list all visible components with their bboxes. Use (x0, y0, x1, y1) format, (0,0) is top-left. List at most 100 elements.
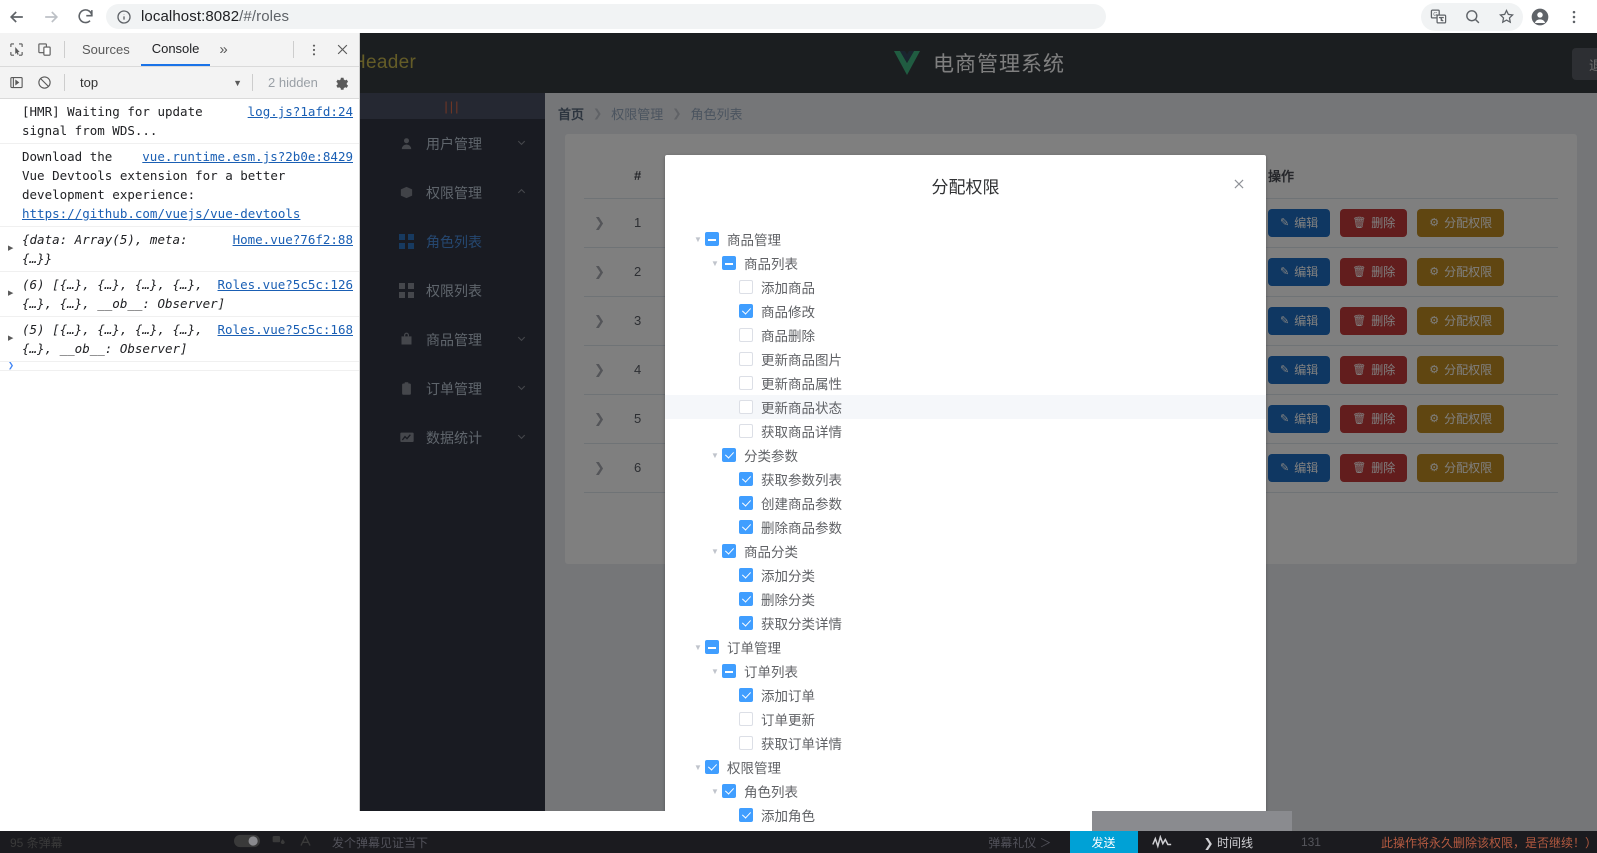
console-log-row[interactable]: ▶ Roles.vue?5c5c:126 (6) [{…}, {…}, {…}, {… (0, 272, 359, 317)
caret-down-icon[interactable]: ▼ (708, 544, 722, 558)
caret-down-icon[interactable]: ▼ (691, 640, 705, 654)
reload-icon[interactable] (68, 0, 102, 33)
tree-node-checkbox[interactable] (722, 784, 736, 798)
tree-node-checkbox[interactable] (705, 640, 719, 654)
tree-node-checkbox[interactable] (739, 688, 753, 702)
tree-node[interactable]: ▼添加订单 (665, 683, 1266, 707)
danmaku-toggle-icon[interactable] (234, 834, 260, 851)
tree-node[interactable]: ▼商品删除 (665, 323, 1266, 347)
tree-node[interactable]: ▼商品修改 (665, 299, 1266, 323)
search-icon[interactable] (1455, 0, 1489, 33)
tree-node-checkbox[interactable] (739, 280, 753, 294)
caret-down-icon[interactable]: ▼ (691, 760, 705, 774)
tree-node-checkbox[interactable] (739, 304, 753, 318)
tree-node-checkbox[interactable] (722, 448, 736, 462)
tree-node-checkbox[interactable] (739, 520, 753, 534)
tree-node[interactable]: ▼更新商品属性 (665, 371, 1266, 395)
tree-node-checkbox[interactable] (722, 256, 736, 270)
three-dot-menu-icon[interactable] (300, 36, 328, 64)
tree-node[interactable]: ▼获取参数列表 (665, 467, 1266, 491)
danmaku-input[interactable]: 发个弹幕见证当下 (326, 834, 970, 851)
tree-node[interactable]: ▼删除分类 (665, 587, 1266, 611)
tree-node-checkbox[interactable] (739, 736, 753, 750)
star-icon[interactable] (1489, 0, 1523, 33)
caret-down-icon[interactable]: ▼ (708, 448, 722, 462)
translate-icon[interactable]: G (1421, 0, 1455, 33)
danmaku-font-icon[interactable] (299, 834, 312, 851)
console-log-row[interactable]: vue.runtime.esm.js?2b0e:8429 Download the… (0, 144, 359, 227)
caret-down-icon[interactable]: ▼ (691, 232, 705, 246)
console-log-row[interactable]: log.js?1afd:24 [HMR] Waiting for update s… (0, 99, 359, 144)
waveform-icon[interactable] (1138, 835, 1186, 849)
tree-node[interactable]: ▼ 分类参数 (665, 443, 1266, 467)
tree-node[interactable]: ▼更新商品状态 (665, 395, 1266, 419)
context-selector[interactable]: top ▼ (71, 72, 246, 94)
console-log-row[interactable]: ▶ Roles.vue?5c5c:168 (5) [{…}, {…}, {…}, {… (0, 317, 359, 362)
tree-node[interactable]: ▼获取商品详情 (665, 419, 1266, 443)
tree-node[interactable]: ▼添加商品 (665, 275, 1266, 299)
close-icon[interactable] (328, 36, 356, 64)
caret-down-icon[interactable]: ▼ (708, 256, 722, 270)
chevron-right-icon[interactable]: ▶ (8, 240, 13, 259)
danmaku-send-button[interactable]: 发送 (1069, 831, 1138, 853)
tree-node-checkbox[interactable] (722, 544, 736, 558)
rights-tree[interactable]: ▼商品管理▼商品列表▼添加商品▼商品修改▼商品删除▼更新商品图片▼更新商品属性▼… (665, 215, 1266, 827)
tree-node[interactable]: ▼获取分类详情 (665, 611, 1266, 635)
forward-arrow-icon[interactable] (34, 0, 68, 33)
gear-icon[interactable] (327, 69, 355, 97)
tree-node-checkbox[interactable] (739, 496, 753, 510)
console-source-link[interactable]: log.js?1afd:24 (248, 102, 353, 121)
console-prompt[interactable]: ❯ (0, 361, 359, 372)
tree-node[interactable]: ▼ 角色列表 (665, 779, 1266, 803)
danmaku-color-icon[interactable] (272, 834, 287, 851)
tree-node[interactable]: ▼ 权限管理 (665, 755, 1266, 779)
three-dot-menu-icon[interactable] (1557, 0, 1591, 33)
execution-context-icon[interactable] (2, 69, 30, 97)
site-info-icon[interactable] (116, 9, 132, 25)
console-log-row[interactable]: ▶ Home.vue?76f2:88 {data: Array(5), meta: … (0, 227, 359, 272)
device-toolbar-icon[interactable] (30, 36, 58, 64)
tree-node-checkbox[interactable] (739, 568, 753, 582)
tree-node[interactable]: ▼ 商品列表 (665, 251, 1266, 275)
console-source-link[interactable]: vue.runtime.esm.js?2b0e:8429 (142, 147, 353, 166)
tree-node[interactable]: ▼添加分类 (665, 563, 1266, 587)
tree-node-checkbox[interactable] (739, 616, 753, 630)
tree-node[interactable]: ▼创建商品参数 (665, 491, 1266, 515)
tree-node-checkbox[interactable] (705, 232, 719, 246)
tree-node[interactable]: ▼ 商品分类 (665, 539, 1266, 563)
tree-node[interactable]: ▼ 订单列表 (665, 659, 1266, 683)
tree-node[interactable]: ▼订单更新 (665, 707, 1266, 731)
console-url-link[interactable]: https://github.com/vuejs/vue-devtools (22, 206, 300, 221)
address-bar[interactable]: localhost:8082/#/roles (106, 4, 1106, 29)
chevron-right-icon[interactable]: ▶ (8, 330, 13, 349)
console-log-list[interactable]: log.js?1afd:24 [HMR] Waiting for update s… (0, 99, 359, 853)
tree-node-checkbox[interactable] (739, 400, 753, 414)
tree-node-checkbox[interactable] (705, 760, 719, 774)
tab-sources[interactable]: Sources (71, 33, 141, 66)
close-icon[interactable] (1230, 175, 1248, 193)
tree-node-checkbox[interactable] (739, 592, 753, 606)
tree-node-checkbox[interactable] (739, 328, 753, 342)
console-source-link[interactable]: Home.vue?76f2:88 (233, 230, 353, 249)
tree-node-checkbox[interactable] (739, 712, 753, 726)
console-source-link[interactable]: Roles.vue?5c5c:168 (218, 320, 353, 339)
tree-node-checkbox[interactable] (739, 808, 753, 822)
console-source-link[interactable]: Roles.vue?5c5c:126 (218, 275, 353, 294)
danmaku-etiquette-link[interactable]: 弹幕礼仪 ＞ (970, 834, 1069, 851)
tree-node[interactable]: ▼删除商品参数 (665, 515, 1266, 539)
profile-avatar-icon[interactable] (1523, 0, 1557, 33)
chevron-right-icon[interactable]: ▶ (8, 285, 13, 304)
tree-node[interactable]: ▼ 订单管理 (665, 635, 1266, 659)
caret-down-icon[interactable]: ▼ (708, 664, 722, 678)
tree-node-checkbox[interactable] (739, 424, 753, 438)
more-tabs-icon[interactable]: » (210, 41, 236, 58)
tree-node[interactable]: ▼更新商品图片 (665, 347, 1266, 371)
caret-down-icon[interactable]: ▼ (708, 784, 722, 798)
tree-node-checkbox[interactable] (739, 352, 753, 366)
tree-node-checkbox[interactable] (739, 376, 753, 390)
tab-console[interactable]: Console (140, 33, 211, 66)
tree-node-checkbox[interactable] (739, 472, 753, 486)
tree-node[interactable]: ▼获取订单详情 (665, 731, 1266, 755)
tree-node-checkbox[interactable] (722, 664, 736, 678)
inspect-element-icon[interactable] (2, 36, 30, 64)
